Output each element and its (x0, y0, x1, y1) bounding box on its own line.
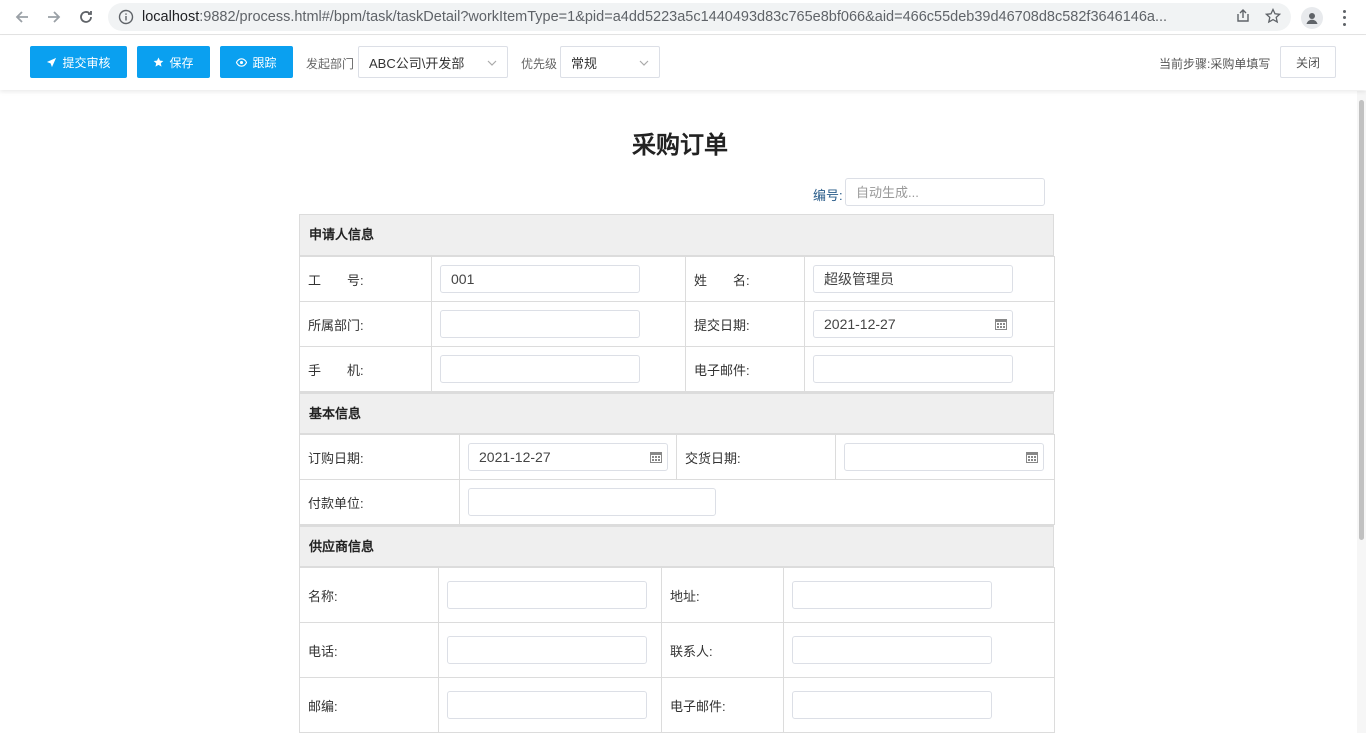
submit-review-button[interactable]: 提交审核 (30, 46, 127, 78)
delivery-date-label: 交货日期: (676, 434, 836, 480)
submit-date-picker[interactable]: 2021-12-27 (813, 310, 1013, 338)
reload-button[interactable] (70, 1, 102, 33)
emp-no-label: 工 号: (299, 256, 432, 302)
email-input[interactable] (813, 355, 1013, 383)
track-label: 跟踪 (252, 55, 277, 70)
emp-no-input[interactable]: 001 (440, 265, 640, 293)
chevron-down-icon (639, 60, 649, 66)
delivery-date-picker[interactable] (844, 443, 1044, 471)
save-label: 保存 (169, 55, 194, 70)
back-button[interactable] (6, 1, 38, 33)
section-supplier-title: 供应商信息 (299, 525, 1054, 567)
supplier-name-label: 名称: (299, 567, 439, 623)
purchase-order-form: 申请人信息 工 号: 001 姓 名: 超级管理员 所属部门: 提交日期: 20… (299, 214, 1055, 733)
dept-label: 发起部门 (306, 57, 355, 71)
current-step-text: 当前步骤:采购单填写 (1159, 57, 1271, 71)
payer-label: 付款单位: (299, 479, 460, 525)
supplier-address-input[interactable] (792, 581, 992, 609)
url-path: :9882/process.html#/bpm/task/taskDetail?… (199, 9, 1168, 25)
order-date-picker[interactable]: 2021-12-27 (468, 443, 668, 471)
page-title: 采购订单 (632, 132, 728, 159)
code-input[interactable] (845, 178, 1045, 206)
section-applicant-title: 申请人信息 (299, 214, 1054, 256)
supplier-contact-input[interactable] (792, 636, 992, 664)
calendar-icon (1026, 452, 1038, 463)
dept-field-label: 所属部门: (299, 301, 432, 347)
calendar-icon (995, 319, 1007, 330)
browser-menu-icon[interactable] (1336, 8, 1352, 28)
name-value: 超级管理员 (824, 271, 894, 287)
calendar-icon (650, 452, 662, 463)
reload-icon (80, 11, 92, 23)
phone-input[interactable] (440, 355, 640, 383)
code-label: 编号: (813, 188, 843, 203)
person-icon (1306, 13, 1318, 24)
supplier-tel-label: 电话: (299, 622, 439, 678)
phone-label: 手 机: (299, 346, 432, 392)
info-icon[interactable] (118, 9, 134, 25)
dept-select-value: ABC公司\开发部 (369, 55, 465, 71)
supplier-table: 名称: 地址: 电话: 联系人: 邮编: 电子邮件: (299, 567, 1055, 733)
close-button[interactable]: 关闭 (1280, 46, 1336, 78)
supplier-contact-label: 联系人: (661, 622, 784, 678)
submit-date-label: 提交日期: (685, 301, 805, 347)
arrow-right-icon (48, 11, 61, 23)
email-label: 电子邮件: (685, 346, 805, 392)
chevron-down-icon (487, 60, 497, 66)
browser-toolbar: localhost:9882/process.html#/bpm/task/ta… (0, 0, 1366, 35)
supplier-email-label: 电子邮件: (661, 677, 784, 733)
payer-input[interactable] (468, 488, 716, 516)
submit-date-value: 2021-12-27 (824, 316, 896, 332)
scrollbar-thumb[interactable] (1359, 100, 1364, 540)
basic-table: 订购日期: 2021-12-27 交货日期: 付款单位: (299, 434, 1055, 525)
forward-button[interactable] (38, 1, 70, 33)
name-label: 姓 名: (685, 256, 805, 302)
dept-select[interactable]: ABC公司\开发部 (358, 46, 508, 78)
emp-no-value: 001 (451, 271, 475, 287)
save-button[interactable]: 保存 (137, 46, 210, 78)
supplier-zip-label: 邮编: (299, 677, 439, 733)
name-input[interactable]: 超级管理员 (813, 265, 1013, 293)
send-icon (47, 57, 57, 67)
priority-label: 优先级 (521, 57, 558, 71)
submit-review-label: 提交审核 (62, 55, 111, 70)
track-button[interactable]: 跟踪 (220, 46, 293, 78)
section-basic-title: 基本信息 (299, 392, 1054, 434)
url-host: localhost (142, 9, 200, 25)
arrow-left-icon (15, 11, 28, 23)
supplier-name-input[interactable] (447, 581, 647, 609)
order-date-value: 2021-12-27 (479, 449, 551, 465)
profile-avatar[interactable] (1301, 7, 1323, 29)
page-scrollbar[interactable] (1357, 91, 1366, 733)
priority-select[interactable]: 常规 (560, 46, 660, 78)
supplier-tel-input[interactable] (447, 636, 647, 664)
dept-input[interactable] (440, 310, 640, 338)
supplier-email-input[interactable] (792, 691, 992, 719)
app-toolbar: 提交审核 保存 跟踪 发起部门 ABC公司\开发部 优先级 常规 当前步骤:采购… (0, 36, 1366, 90)
eye-icon (236, 57, 248, 67)
address-bar[interactable]: localhost:9882/process.html#/bpm/task/ta… (108, 3, 1291, 31)
share-icon[interactable] (1235, 8, 1251, 24)
priority-select-value: 常规 (571, 55, 598, 71)
applicant-table: 工 号: 001 姓 名: 超级管理员 所属部门: 提交日期: 2021-12-… (299, 256, 1055, 392)
order-date-label: 订购日期: (299, 434, 460, 480)
supplier-address-label: 地址: (661, 567, 784, 623)
star-icon (154, 56, 164, 67)
supplier-zip-input[interactable] (447, 691, 647, 719)
star-icon[interactable] (1265, 8, 1281, 24)
